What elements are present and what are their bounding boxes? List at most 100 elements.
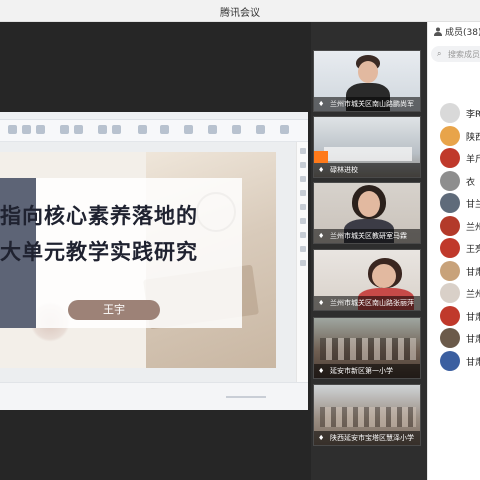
member-item[interactable]: 陕西 <box>428 125 480 147</box>
toolbar-icon[interactable] <box>60 125 69 134</box>
member-name: 甘兰 <box>466 200 480 210</box>
member-avatar <box>440 305 460 326</box>
toolbar-icon[interactable] <box>208 125 217 134</box>
member-avatar <box>440 238 460 258</box>
toolbar-icon[interactable] <box>232 125 241 134</box>
video-caption: 延安市新区第一小学 <box>314 364 420 378</box>
presentation-toolbar <box>0 120 308 142</box>
member-item[interactable]: 兰州 <box>428 215 480 237</box>
zoom-slider[interactable] <box>226 396 266 398</box>
member-avatar <box>440 350 460 371</box>
member-avatar <box>440 260 460 281</box>
classroom-desks <box>324 147 412 161</box>
search-placeholder: 搜索成员 <box>448 50 480 59</box>
member-name: 甘肃 <box>466 312 480 323</box>
presentation-titlebar <box>0 112 308 120</box>
side-tool-icon[interactable] <box>300 204 306 210</box>
toolbar-icon[interactable] <box>256 125 265 134</box>
mic-icon: ♦ <box>318 367 325 375</box>
video-tile[interactable]: 兰州市城关区教研室马霖 ♦ <box>313 182 421 244</box>
title-bar: 腾讯会议 <box>0 0 480 22</box>
mic-icon: ♦ <box>318 166 325 174</box>
toolbar-icon[interactable] <box>160 125 169 134</box>
video-caption: 碌林进校 <box>314 163 420 177</box>
mic-icon: ♦ <box>318 232 325 240</box>
member-item[interactable]: 甘肃 <box>428 305 480 327</box>
host-badge <box>314 151 328 163</box>
member-avatar <box>440 193 460 213</box>
member-name: 甘肃 <box>466 267 480 278</box>
member-name: 兰州 <box>466 290 480 300</box>
member-avatar <box>440 103 460 123</box>
side-tool-icon[interactable] <box>300 218 306 224</box>
window-title: 腾讯会议 <box>220 8 260 19</box>
member-name: 衣 <box>466 177 476 188</box>
slide-canvas: 指向核心素养落地的 大单元教学实践研究 王宇 <box>0 142 296 382</box>
shared-screen-area: 指向核心素养落地的 大单元教学实践研究 王宇 <box>0 22 311 480</box>
toolbar-icon[interactable] <box>8 125 17 134</box>
member-avatar <box>440 283 460 303</box>
participant-face <box>372 264 396 288</box>
member-item[interactable]: 羊斤 <box>428 147 480 169</box>
member-name: 李R <box>466 110 480 120</box>
video-tile[interactable]: 延安市新区第一小学 ♦ <box>313 317 421 379</box>
participant-face <box>358 191 380 217</box>
video-tile[interactable]: 兰州市城关区南山路张丽萍 ♦ <box>313 249 421 311</box>
students-group <box>320 407 416 427</box>
member-item[interactable]: 甘兰 <box>428 192 480 214</box>
member-item[interactable]: 甘肃 <box>428 350 480 372</box>
side-tool-icon[interactable] <box>300 232 306 238</box>
mic-icon: ♦ <box>318 434 325 442</box>
video-tile[interactable]: 碌林进校 ♦ <box>313 116 421 178</box>
toolbar-icon[interactable] <box>138 125 147 134</box>
toolbar-icon[interactable] <box>98 125 107 134</box>
toolbar-icon[interactable] <box>36 125 45 134</box>
presenter-name: 王宇 <box>68 300 160 320</box>
search-icon: ⌕ <box>437 49 442 58</box>
members-count: 成员(38) <box>445 28 480 38</box>
toolbar-icon[interactable] <box>112 125 121 134</box>
member-avatar <box>440 170 460 191</box>
toolbar-icon[interactable] <box>22 125 31 134</box>
side-tool-icon[interactable] <box>300 190 306 196</box>
side-tool-icon[interactable] <box>300 162 306 168</box>
member-name: 陕西 <box>466 132 480 143</box>
toolbar-icon[interactable] <box>280 125 289 134</box>
video-tile[interactable]: 陕西延安市宝塔区慧泽小学 ♦ <box>313 384 421 446</box>
member-name: 羊斤 <box>466 155 480 165</box>
video-caption: 兰州市城关区南山路鹏尚军 <box>314 97 420 111</box>
member-item[interactable]: 兰州 <box>428 282 480 304</box>
member-avatar <box>440 148 460 168</box>
slide: 指向核心素养落地的 大单元教学实践研究 王宇 <box>0 152 276 368</box>
video-caption: 兰州市城关区南山路张丽萍 <box>314 296 420 310</box>
presentation-window: 指向核心素养落地的 大单元教学实践研究 王宇 <box>0 112 308 410</box>
toolbar-icon[interactable] <box>184 125 193 134</box>
member-search-input[interactable]: ⌕ 搜索成员 <box>431 46 480 62</box>
member-name: 王亮 <box>466 245 480 255</box>
side-tool-icon[interactable] <box>300 176 306 182</box>
member-item[interactable]: 王亮 <box>428 237 480 259</box>
member-item[interactable]: 衣 <box>428 170 480 192</box>
member-avatar <box>440 328 460 348</box>
presentation-status-bar <box>0 382 308 410</box>
video-caption: 兰州市城关区教研室马霖 <box>314 229 420 243</box>
mic-icon: ♦ <box>318 299 325 307</box>
side-tool-icon[interactable] <box>300 148 306 154</box>
member-name: 甘肃 <box>466 335 480 345</box>
member-item[interactable]: 甘肃 <box>428 260 480 282</box>
member-item[interactable]: 李R <box>428 102 480 124</box>
slide-title-line1: 指向核心素养落地的 <box>0 203 198 228</box>
video-tile[interactable]: 兰州市城关区南山路鹏尚军 ♦ <box>313 50 421 112</box>
member-avatar <box>440 215 460 236</box>
members-header: 成员(38) <box>428 22 480 42</box>
toolbar-icon[interactable] <box>74 125 83 134</box>
member-item[interactable]: 甘肃 <box>428 327 480 349</box>
video-caption: 陕西延安市宝塔区慧泽小学 <box>314 431 420 445</box>
member-name: 甘肃 <box>466 357 480 368</box>
participant-face <box>358 61 378 83</box>
side-tool-icon[interactable] <box>300 246 306 252</box>
side-tool-icon[interactable] <box>300 260 306 266</box>
members-panel: 成员(38) ⌕ 搜索成员 李R陕西羊斤衣甘兰兰州王亮甘肃兰州甘肃甘肃甘肃 <box>427 22 480 480</box>
slide-title-line2: 大单元教学实践研究 <box>0 239 198 264</box>
video-column: 兰州市城关区南山路鹏尚军 ♦ 碌林进校 ♦ 兰州市城关区教研室马霖 ♦ 兰州市城… <box>311 22 427 480</box>
